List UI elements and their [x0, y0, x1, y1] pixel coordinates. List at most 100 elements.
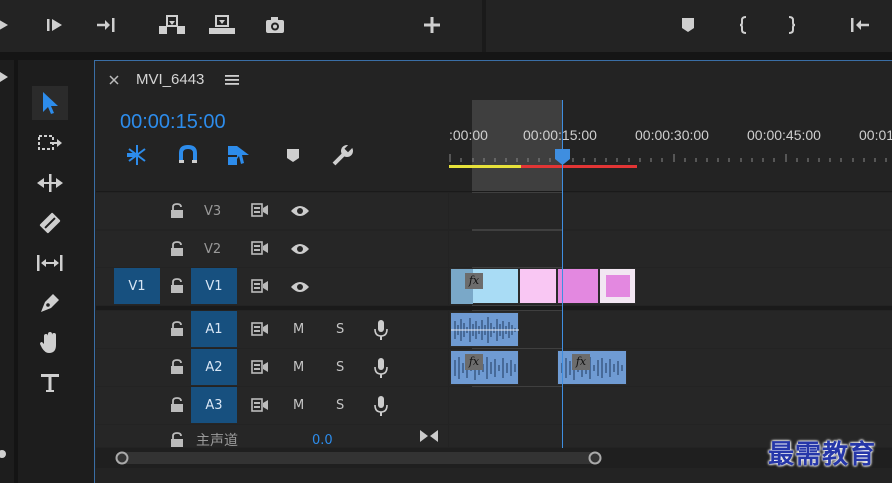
lock-icon[interactable]	[170, 432, 184, 448]
mark-in-icon[interactable]	[733, 14, 755, 36]
snap-icon[interactable]	[175, 142, 201, 168]
video-clip-3[interactable]	[557, 268, 599, 304]
track-target-a3[interactable]: A3	[191, 387, 237, 423]
eye-icon[interactable]	[290, 204, 310, 218]
fx-badge[interactable]: fx	[465, 273, 483, 289]
nest-icon[interactable]	[124, 142, 150, 168]
lock-icon[interactable]	[170, 241, 184, 257]
sync-lock-icon[interactable]	[251, 360, 269, 374]
track-header-v3: V3	[96, 193, 448, 229]
play-icon[interactable]	[0, 14, 14, 36]
track-lane-v3[interactable]	[449, 193, 892, 229]
timeline-settings-icon[interactable]	[330, 142, 356, 168]
fx-badge[interactable]: fx	[572, 354, 590, 370]
ripple-edit-tool[interactable]	[32, 166, 68, 200]
lock-icon[interactable]	[170, 359, 184, 375]
audio-clip-a2-1[interactable]: fx	[450, 350, 519, 385]
eye-icon[interactable]	[290, 242, 310, 256]
type-tool[interactable]	[32, 366, 68, 400]
lock-icon[interactable]	[170, 397, 184, 413]
track-select-tool[interactable]	[32, 126, 68, 160]
sync-lock-icon[interactable]	[251, 322, 269, 336]
track-header-v2: V2	[96, 231, 448, 267]
camera-icon[interactable]	[264, 14, 286, 36]
scroll-handle-icon[interactable]	[0, 448, 10, 460]
zoom-handle-left-icon[interactable]	[114, 450, 130, 466]
selection-tool[interactable]	[32, 86, 68, 120]
ruler-label-0: :00:00	[449, 127, 488, 143]
track-target-v1[interactable]: V1	[191, 268, 237, 304]
render-bar-red	[521, 165, 637, 168]
video-clip-4[interactable]	[599, 268, 636, 304]
video-audio-divider[interactable]	[96, 306, 892, 310]
slip-icon	[37, 255, 63, 271]
audio-waveform	[451, 317, 519, 343]
fx-badge[interactable]: fx	[465, 354, 483, 370]
linked-selection-icon[interactable]	[225, 142, 251, 168]
sequence-tab-title[interactable]: MVI_6443	[136, 71, 204, 88]
sync-lock-icon[interactable]	[251, 398, 269, 412]
mute-button[interactable]: M	[293, 322, 304, 337]
ruler-ticks	[449, 154, 887, 162]
audio-waveform	[561, 356, 623, 380]
go-to-out-icon[interactable]	[95, 14, 117, 36]
hand-tool[interactable]	[32, 326, 68, 360]
go-to-edit-icon[interactable]	[419, 429, 439, 443]
pen-tool[interactable]	[32, 286, 68, 320]
monitor-toolbar	[0, 0, 892, 52]
add-button-icon[interactable]	[421, 14, 443, 36]
playhead-handle-icon[interactable]	[554, 148, 571, 166]
lock-icon[interactable]	[170, 203, 184, 219]
track-target-v2[interactable]: V2	[204, 242, 221, 257]
ruler-label-15: 00:00:15:00	[523, 127, 597, 143]
playhead-timecode[interactable]: 00:00:15:00	[120, 111, 226, 134]
track-header-a1: A1 M S	[96, 311, 448, 348]
mark-out-icon[interactable]	[780, 14, 802, 36]
microphone-icon[interactable]	[374, 357, 388, 379]
step-forward-icon[interactable]	[44, 14, 66, 36]
marker-icon[interactable]	[677, 14, 699, 36]
zoom-handle-right-icon[interactable]	[587, 450, 603, 466]
solo-button[interactable]: S	[336, 322, 344, 337]
collapse-arrow-icon[interactable]	[0, 70, 10, 84]
sync-lock-icon[interactable]	[251, 279, 269, 293]
lock-icon[interactable]	[170, 321, 184, 337]
sync-lock-icon[interactable]	[251, 241, 269, 255]
track-select-icon	[38, 135, 62, 150]
selection-arrow-icon	[43, 92, 58, 114]
track-target-v3[interactable]: V3	[204, 204, 221, 219]
add-marker-icon[interactable]	[280, 142, 306, 168]
track-target-a1[interactable]: A1	[191, 311, 237, 347]
sync-lock-icon[interactable]	[251, 203, 269, 217]
solo-button[interactable]: S	[336, 398, 344, 413]
zoom-scrollbar-thumb[interactable]	[116, 452, 596, 464]
slip-tool[interactable]	[32, 246, 68, 280]
audio-clip-a2-2[interactable]: fx	[557, 350, 627, 385]
track-target-a2[interactable]: A2	[191, 349, 237, 385]
panel-menu-icon[interactable]	[225, 74, 239, 86]
audio-waveform	[454, 356, 516, 380]
lock-icon[interactable]	[170, 278, 184, 294]
overwrite-icon[interactable]	[208, 14, 236, 36]
razor-tool[interactable]	[32, 206, 68, 240]
type-icon	[41, 374, 59, 392]
close-tab-icon[interactable]	[108, 74, 120, 86]
audio-clip-a1[interactable]	[450, 312, 519, 347]
microphone-icon[interactable]	[374, 319, 388, 341]
master-volume-value[interactable]: 0.0	[312, 433, 333, 448]
solo-button[interactable]: S	[336, 360, 344, 375]
track-lane-v2[interactable]	[449, 231, 892, 267]
video-clip-2[interactable]	[519, 268, 557, 304]
mute-button[interactable]: M	[293, 360, 304, 375]
go-to-in-icon[interactable]	[848, 14, 870, 36]
ripple-edit-icon	[37, 174, 63, 192]
mute-button[interactable]: M	[293, 398, 304, 413]
ruler-label-30: 00:00:30:00	[635, 127, 709, 143]
source-patch-v1[interactable]: V1	[114, 268, 160, 304]
track-lane-a3[interactable]	[449, 387, 892, 424]
microphone-icon[interactable]	[374, 395, 388, 417]
insert-icon[interactable]	[158, 14, 186, 36]
video-clip-1[interactable]: fx	[450, 268, 519, 304]
eye-icon[interactable]	[290, 280, 310, 294]
tools-panel	[0, 60, 84, 483]
